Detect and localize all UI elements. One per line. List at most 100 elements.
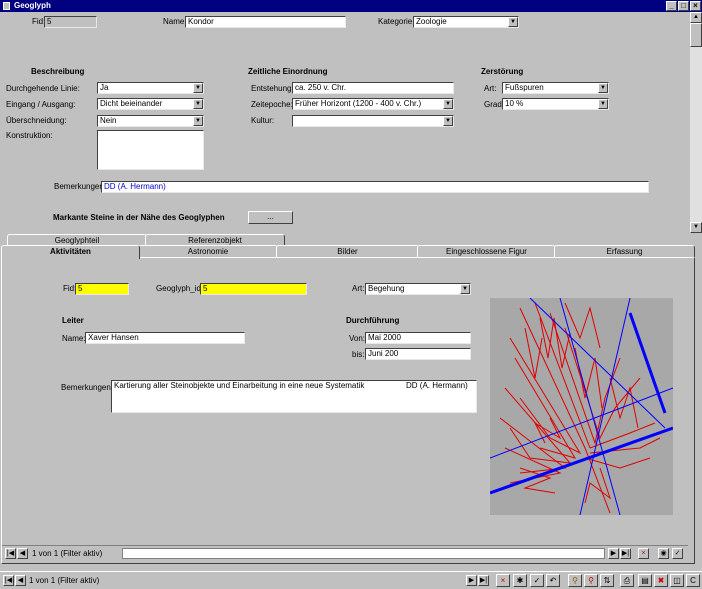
linie-select[interactable]: Ja ▼ xyxy=(97,82,204,94)
grad-value: 10 % xyxy=(505,99,524,108)
close-window-button[interactable]: × xyxy=(690,1,701,11)
konstruktion-label: Konstruktion: xyxy=(6,131,53,140)
leiter-title: Leiter xyxy=(62,316,84,325)
chevron-down-icon[interactable]: ▼ xyxy=(443,99,453,109)
durchfuehrung-title: Durchführung xyxy=(346,316,400,325)
linie-label: Durchgehende Linie: xyxy=(6,84,80,93)
scroll-down-button[interactable]: ▼ xyxy=(690,222,702,233)
kategorie-select[interactable]: Zoologie ▼ xyxy=(413,16,519,28)
new-record-icon[interactable]: ◉ xyxy=(658,548,669,559)
maximize-button[interactable]: □ xyxy=(678,1,689,11)
name-label: Name: xyxy=(163,17,187,26)
bemerkungen-field[interactable]: DD (A. Hermann) xyxy=(101,181,649,193)
grad-label: Grad: xyxy=(484,100,505,109)
chevron-down-icon[interactable]: ▼ xyxy=(460,284,470,294)
kategorie-label: Kategorie: xyxy=(378,17,415,26)
markante-label: Markante Steine in der Nähe des Geoglyph… xyxy=(53,213,225,222)
chevron-down-icon[interactable]: ▼ xyxy=(598,99,608,109)
geoglyph-id-label: Geoglyph_id: xyxy=(156,284,204,293)
delete-record-icon[interactable]: × xyxy=(638,548,649,559)
print-icon[interactable]: ⎙ xyxy=(620,574,634,587)
grad-select[interactable]: 10 % ▼ xyxy=(502,98,609,110)
sub-bemerkungen-field[interactable]: Kartierung aller Steinobjekte und Einarb… xyxy=(111,380,477,413)
preview-icon[interactable]: ◫ xyxy=(670,574,684,587)
leiter-name-label: Name: xyxy=(62,334,86,343)
minimize-button[interactable]: _ xyxy=(666,1,677,11)
von-field[interactable]: Mai 2000 xyxy=(365,332,471,344)
tab-bilder[interactable]: Bilder xyxy=(276,245,419,257)
markante-button[interactable]: ... xyxy=(248,211,293,224)
eingang-select[interactable]: Dicht beieinander ▼ xyxy=(97,98,204,110)
last-record-icon[interactable]: ▶| xyxy=(620,548,631,559)
last-record-icon[interactable]: ▶| xyxy=(478,575,489,586)
chevron-down-icon[interactable]: ▼ xyxy=(193,99,203,109)
sort-icon[interactable]: ⇅ xyxy=(600,574,614,587)
sub-fid-field[interactable]: 5 xyxy=(75,283,129,295)
tab-aktivitaeten[interactable]: Aktivitäten xyxy=(1,245,140,259)
previous-record-icon[interactable]: ◀ xyxy=(17,548,28,559)
ueberschneidung-value: Nein xyxy=(100,116,117,125)
sub-art-select[interactable]: Begehung ▼ xyxy=(365,283,471,295)
tab-erfassung[interactable]: Erfassung xyxy=(554,245,695,257)
ueberschneidung-select[interactable]: Nein ▼ xyxy=(97,115,204,127)
geoglyph-image xyxy=(490,298,673,515)
main-record-counter: 1 von 1 (Filter aktiv) xyxy=(29,576,100,585)
scroll-thumb[interactable] xyxy=(690,23,702,47)
leiter-name-field[interactable]: Xaver Hansen xyxy=(85,332,245,344)
konstruktion-field[interactable] xyxy=(97,130,204,170)
bemerkungen-label: Bemerkungen: xyxy=(54,182,107,191)
save-icon[interactable]: ✓ xyxy=(530,574,544,587)
bis-field[interactable]: Juni 200 xyxy=(365,348,471,360)
chevron-down-icon[interactable]: ▼ xyxy=(193,116,203,126)
tab-eingeschlossene-figur[interactable]: Eingeschlossene Figur xyxy=(417,245,556,257)
name-field[interactable]: Kondor xyxy=(185,16,346,28)
filter-icon[interactable]: ⚲ xyxy=(568,574,582,587)
zeitepoche-value: Früher Horizont (1200 - 400 v. Chr.) xyxy=(295,99,422,108)
zerstoerung-art-label: Art: xyxy=(484,84,497,93)
sub-bemerkungen-text: Kartierung aller Steinobjekte und Einarb… xyxy=(114,381,365,390)
chevron-down-icon[interactable]: ▼ xyxy=(443,116,453,126)
previous-record-icon[interactable]: ◀ xyxy=(15,575,26,586)
kultur-select[interactable]: ▼ xyxy=(292,115,454,127)
undo-icon[interactable]: ↶ xyxy=(546,574,560,587)
linie-value: Ja xyxy=(100,83,109,92)
title-bar: Geoglyph _ □ × xyxy=(0,0,702,12)
zeitliche-title: Zeitliche Einordnung xyxy=(248,67,328,76)
von-label: Von: xyxy=(349,334,366,343)
chevron-down-icon[interactable]: ▼ xyxy=(193,83,203,93)
vertical-scrollbar[interactable]: ▲ ▼ xyxy=(690,12,702,233)
entstehung-label: Entstehung: xyxy=(251,84,294,93)
geoglyph-map-svg xyxy=(490,298,673,515)
remove-filter-icon[interactable]: ⚲ xyxy=(584,574,598,587)
zerstoerung-art-select[interactable]: Fußspuren ▼ xyxy=(502,82,609,94)
fid-field[interactable]: 5 xyxy=(44,16,97,28)
next-record-icon[interactable]: ▶ xyxy=(608,548,619,559)
save-icon[interactable]: ✓ xyxy=(672,548,683,559)
zeitepoche-label: Zeitepoche: xyxy=(251,100,293,109)
beschreibung-title: Beschreibung xyxy=(31,67,85,76)
ueberschneidung-label: Überschneidung: xyxy=(6,116,67,125)
entstehung-field[interactable]: ca. 250 v. Chr. xyxy=(292,82,454,94)
subform-nav-bar: |◀ ◀ 1 von 1 (Filter aktiv) ▶ ▶| × ◉ ✓ xyxy=(2,545,688,560)
close-form-icon[interactable]: C xyxy=(686,574,700,587)
sub-art-label: Art: xyxy=(352,284,365,293)
new-record-icon[interactable]: ✱ xyxy=(513,574,527,587)
report-icon[interactable]: ▤ xyxy=(638,574,652,587)
kultur-label: Kultur: xyxy=(251,116,275,125)
geoglyph-id-field[interactable]: 5 xyxy=(200,283,307,295)
bis-label: bis: xyxy=(352,350,365,359)
first-record-icon[interactable]: |◀ xyxy=(5,548,16,559)
window-title: Geoglyph xyxy=(14,1,51,10)
scroll-up-button[interactable]: ▲ xyxy=(690,12,702,23)
chevron-down-icon[interactable]: ▼ xyxy=(598,83,608,93)
next-record-icon[interactable]: ▶ xyxy=(466,575,477,586)
subform-nav-scroll[interactable] xyxy=(122,548,605,559)
delete-record-icon[interactable]: × xyxy=(496,574,510,587)
first-record-icon[interactable]: |◀ xyxy=(3,575,14,586)
zeitepoche-select[interactable]: Früher Horizont (1200 - 400 v. Chr.) ▼ xyxy=(292,98,454,110)
app-icon xyxy=(3,2,10,10)
tab-astronomie[interactable]: Astronomie xyxy=(138,245,278,257)
eingang-value: Dicht beieinander xyxy=(100,99,163,108)
chevron-down-icon[interactable]: ▼ xyxy=(508,17,518,27)
delete-filter-icon[interactable]: ✖ xyxy=(654,574,668,587)
